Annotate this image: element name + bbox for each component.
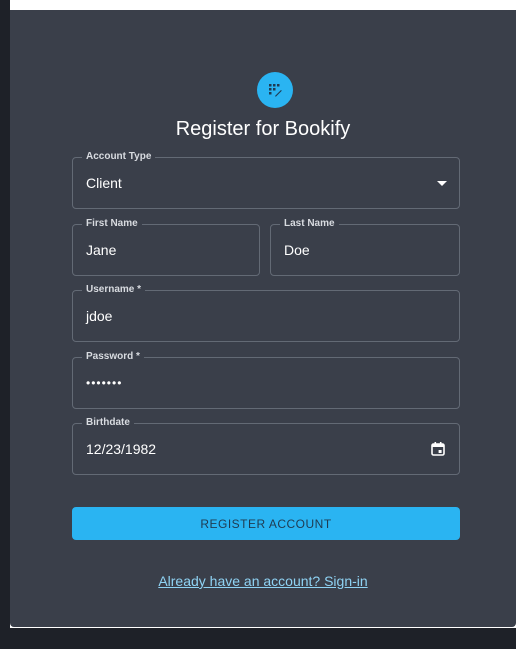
password-label: Password * (82, 351, 144, 363)
account-type-label: Account Type (82, 151, 156, 163)
calendar-icon[interactable] (430, 441, 446, 462)
last-name-value: Doe (284, 242, 310, 258)
username-label: Username * (82, 284, 146, 296)
register-account-button[interactable]: REGISTER ACCOUNT (72, 507, 460, 540)
last-name-field[interactable]: Last Name Doe (270, 218, 460, 276)
first-name-field[interactable]: First Name Jane (72, 218, 260, 276)
account-type-select[interactable]: Account Type Client (72, 151, 460, 209)
first-name-label: First Name (82, 218, 142, 230)
first-name-value: Jane (86, 242, 117, 258)
page-title: Register for Bookify (175, 118, 351, 140)
password-field[interactable]: Password * ••••••• (72, 351, 460, 409)
username-field[interactable]: Username * jdoe (72, 284, 460, 342)
grid-logo-icon (257, 72, 293, 108)
birthdate-value: 12/23/1982 (86, 441, 157, 457)
left-edge (0, 0, 10, 649)
birthdate-label: Birthdate (82, 417, 134, 429)
account-type-value: Client (86, 175, 122, 191)
sign-in-link[interactable]: Already have an account? Sign-in (10, 573, 516, 589)
birthdate-field[interactable]: Birthdate 12/23/1982 (72, 417, 460, 475)
bottom-bar (10, 628, 516, 649)
password-value: ••••••• (86, 376, 123, 390)
chevron-down-icon[interactable] (437, 181, 447, 186)
last-name-label: Last Name (280, 218, 339, 230)
register-card: Register for Bookify Account Type Client… (10, 10, 516, 627)
username-value: jdoe (86, 308, 113, 324)
app-frame: Register for Bookify Account Type Client… (0, 0, 516, 649)
